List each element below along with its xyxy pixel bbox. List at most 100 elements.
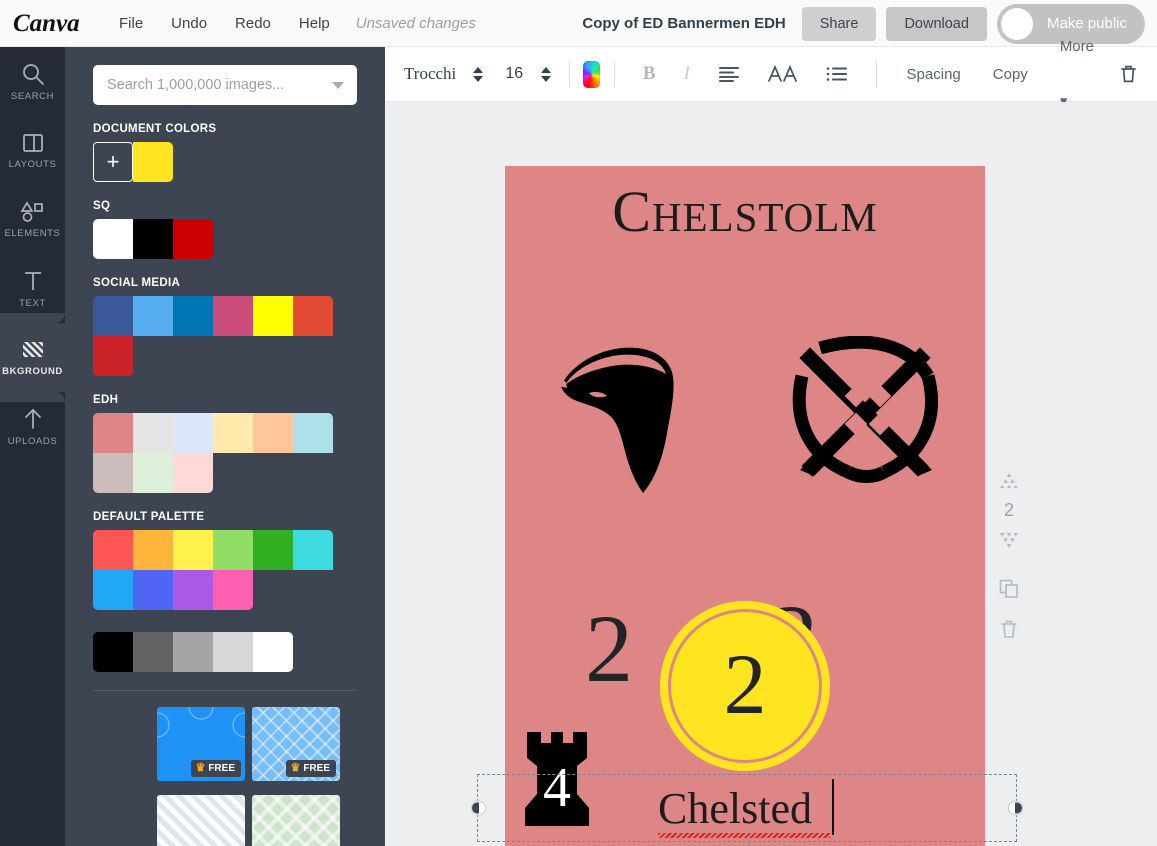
color-swatch[interactable] <box>213 632 253 672</box>
color-swatch[interactable] <box>93 453 133 493</box>
canvas-area[interactable]: Chelstolm <box>385 102 1157 846</box>
selected-text-box[interactable]: Chelsted <box>477 774 1017 842</box>
delete-icon[interactable] <box>989 609 1029 649</box>
sidebar-item-elements[interactable]: ELEMENTS <box>0 185 65 254</box>
background-icon <box>20 338 46 362</box>
menu-undo[interactable]: Undo <box>157 0 221 47</box>
color-swatch[interactable] <box>173 530 213 570</box>
download-button[interactable]: Download <box>886 7 987 41</box>
sidebar-item-uploads[interactable]: UPLOADS <box>0 392 65 461</box>
color-swatch[interactable] <box>253 632 293 672</box>
color-swatch[interactable] <box>173 413 213 453</box>
bring-forward-icon[interactable] <box>989 460 1029 500</box>
color-swatch[interactable] <box>133 413 173 453</box>
color-swatch[interactable] <box>93 632 133 672</box>
color-swatch[interactable] <box>133 632 173 672</box>
free-badge-label: FREE <box>303 763 330 774</box>
delete-button[interactable] <box>1110 47 1157 102</box>
color-swatch[interactable] <box>213 570 253 610</box>
color-swatch[interactable] <box>93 219 133 259</box>
design-page[interactable]: Chelstolm <box>505 166 985 846</box>
color-swatch[interactable] <box>133 296 173 336</box>
toolbar-divider <box>876 61 877 87</box>
swatch-row-social-media-palette <box>93 296 335 376</box>
color-swatch[interactable] <box>133 142 173 182</box>
font-size-value[interactable]: 16 <box>505 65 540 83</box>
font-size-stepper[interactable] <box>541 67 551 82</box>
sidebar-label-bkground: BKGROUND <box>2 366 63 377</box>
font-family-stepper[interactable] <box>473 67 483 82</box>
color-swatch[interactable] <box>133 453 173 493</box>
object-tools: 2 <box>989 460 1029 649</box>
color-swatch[interactable] <box>133 570 173 610</box>
pattern-zigzag-lightblue[interactable]: ♛FREE <box>252 707 340 781</box>
color-swatch[interactable] <box>293 413 333 453</box>
text-toolbar: Trocchi 16 B I <box>385 47 1157 102</box>
more-label: More <box>1060 38 1094 55</box>
letter-case-button[interactable] <box>754 47 812 102</box>
pattern-diamond-sage[interactable] <box>252 795 340 846</box>
free-badge-label: FREE <box>208 763 235 774</box>
bullet-list-button[interactable] <box>812 47 862 102</box>
align-button[interactable] <box>704 47 754 102</box>
svg-text:Canva: Canva <box>13 10 80 37</box>
swatch-row-greyscale-palette <box>93 632 335 672</box>
chevron-up-icon <box>473 67 483 73</box>
color-swatch[interactable] <box>173 632 213 672</box>
canva-logo[interactable]: Canva <box>13 8 105 38</box>
horse-head-icon[interactable] <box>555 341 685 501</box>
color-swatch[interactable] <box>253 530 293 570</box>
text-color-picker[interactable] <box>583 61 600 88</box>
color-swatch[interactable] <box>93 413 133 453</box>
menu-redo[interactable]: Redo <box>221 0 285 47</box>
color-swatch[interactable] <box>173 570 213 610</box>
color-swatch[interactable] <box>173 453 213 493</box>
color-swatch[interactable] <box>253 413 293 453</box>
copy-button[interactable]: Copy <box>977 47 1044 102</box>
sidebar-item-layouts[interactable]: LAYOUTS <box>0 116 65 185</box>
sidebar-item-search[interactable]: SEARCH <box>0 47 65 116</box>
spacing-button[interactable]: Spacing <box>891 47 977 102</box>
color-swatch[interactable] <box>173 296 213 336</box>
pattern-diagonal-grey[interactable]: ♛FREE <box>157 795 245 846</box>
font-family-select[interactable]: Trocchi <box>404 64 473 84</box>
italic-button[interactable]: I <box>670 47 704 102</box>
text-caret <box>832 779 834 835</box>
menu-file[interactable]: File <box>105 0 157 47</box>
color-swatch[interactable] <box>93 336 133 376</box>
duplicate-icon[interactable] <box>989 569 1029 609</box>
save-status: Unsaved changes <box>356 15 476 32</box>
resize-handle-right[interactable] <box>1008 801 1023 816</box>
page-title[interactable]: Chelstolm <box>505 178 985 245</box>
coin-badge[interactable]: 2 <box>660 601 830 771</box>
toolbar-divider <box>614 61 615 87</box>
add-color-button[interactable]: + <box>93 142 133 182</box>
send-backward-icon[interactable] <box>989 521 1029 561</box>
share-button[interactable]: Share <box>802 7 877 41</box>
menu-help[interactable]: Help <box>285 0 344 47</box>
stat-power[interactable]: 2 <box>585 601 633 697</box>
color-swatch[interactable] <box>213 530 253 570</box>
resize-handle-left[interactable] <box>471 801 486 816</box>
color-swatch[interactable] <box>93 296 133 336</box>
elements-icon <box>20 200 46 224</box>
color-swatch[interactable] <box>133 219 173 259</box>
color-swatch[interactable] <box>93 530 133 570</box>
color-swatch[interactable] <box>213 296 253 336</box>
sidebar-item-bkground[interactable]: BKGROUND <box>0 323 65 392</box>
search-input[interactable] <box>93 65 357 105</box>
text-icon <box>21 268 45 294</box>
color-swatch[interactable] <box>293 296 333 336</box>
color-swatch[interactable] <box>173 219 213 259</box>
crossed-swords-icon[interactable] <box>790 336 940 491</box>
search-icon <box>20 61 46 87</box>
pattern-hex-blue[interactable]: ♛FREE <box>157 707 245 781</box>
color-swatch[interactable] <box>293 530 333 570</box>
color-swatch[interactable] <box>253 296 293 336</box>
color-swatch[interactable] <box>213 413 253 453</box>
section-spacer <box>65 610 385 632</box>
color-swatch[interactable] <box>93 570 133 610</box>
color-swatch[interactable] <box>133 530 173 570</box>
text-box-value[interactable]: Chelsted <box>658 781 812 837</box>
bold-button[interactable]: B <box>629 47 670 102</box>
